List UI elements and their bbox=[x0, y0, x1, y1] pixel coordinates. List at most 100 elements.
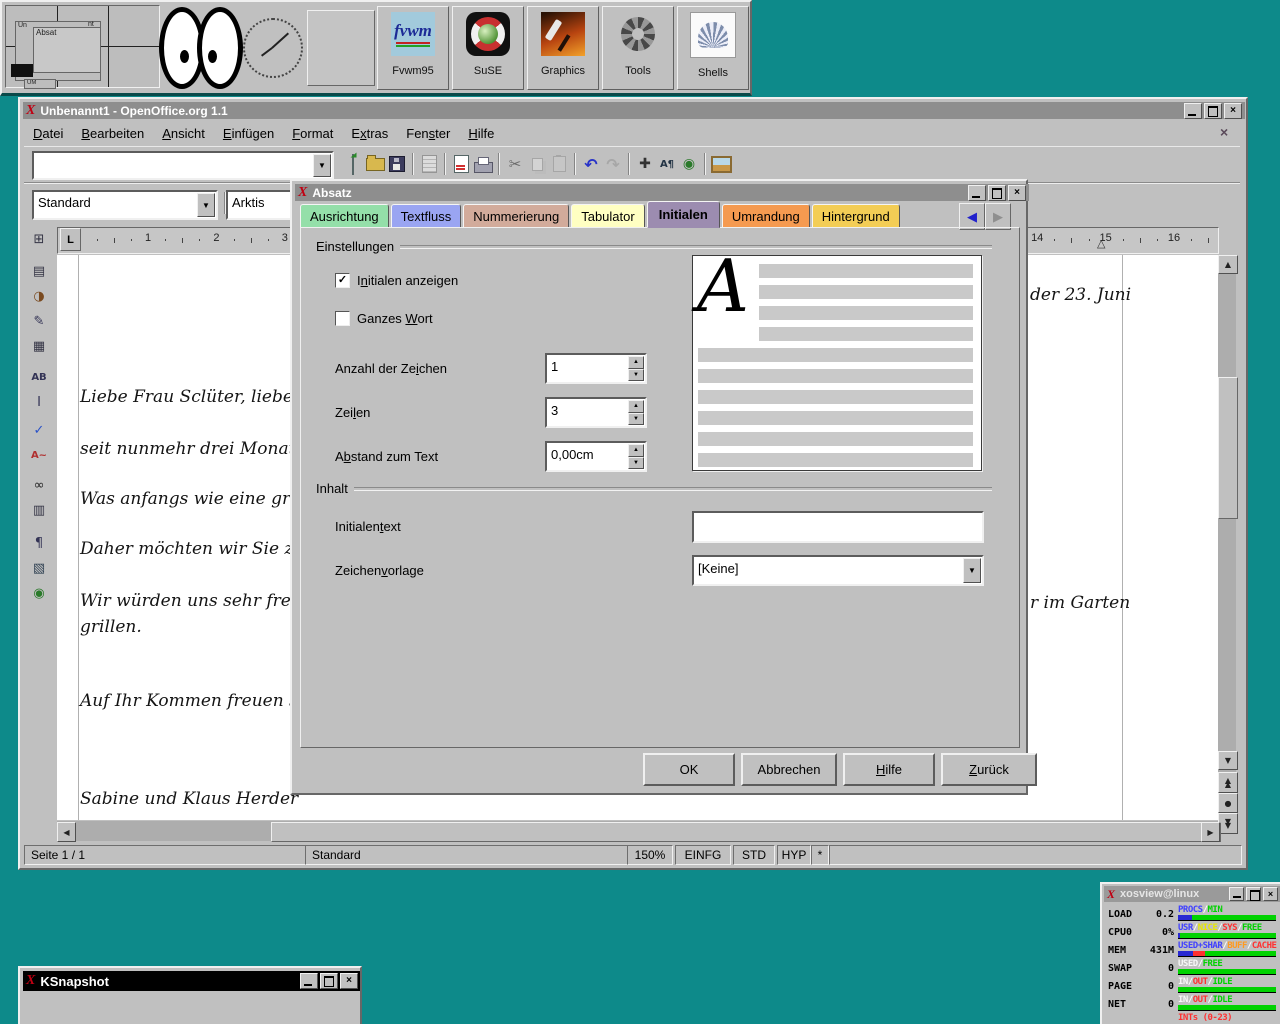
lines-stepper[interactable]: 3 ▲▼ bbox=[545, 397, 647, 428]
new-document-icon[interactable] bbox=[342, 153, 364, 175]
chevron-down-icon[interactable]: ▼ bbox=[963, 558, 981, 583]
save-icon[interactable] bbox=[386, 153, 408, 175]
pager-mini-window[interactable]: UM bbox=[24, 79, 56, 89]
tab-textfluss[interactable]: Textfluss bbox=[391, 204, 462, 228]
close-button[interactable]: × bbox=[1008, 185, 1026, 201]
online-layout-icon[interactable]: ◉ bbox=[27, 582, 51, 604]
status-selection-mode[interactable]: STD bbox=[733, 845, 775, 865]
tab-stop-type-button[interactable]: L bbox=[60, 228, 81, 251]
spin-up-icon[interactable]: ▲ bbox=[628, 444, 644, 457]
scroll-right-icon[interactable]: ▶ bbox=[1201, 822, 1220, 842]
navigator-icon[interactable]: ✚ bbox=[634, 153, 656, 175]
spin-down-icon[interactable]: ▼ bbox=[628, 369, 644, 382]
tab-tabulator[interactable]: Tabulator bbox=[571, 204, 644, 228]
desktop-pager[interactable]: Un nt Absat UM bbox=[5, 5, 160, 88]
scroll-up-icon[interactable]: ▲ bbox=[1218, 255, 1238, 274]
spin-down-icon[interactable]: ▼ bbox=[628, 413, 644, 426]
launcher-fvwm95[interactable]: fvwmFvwm95 bbox=[377, 6, 449, 90]
vertical-scrollbar[interactable]: ▲ ▼ ▲▲ ● ▼▼ bbox=[1218, 255, 1236, 833]
insert-object-icon[interactable]: ◑ bbox=[27, 285, 51, 307]
draw-functions-icon[interactable]: ✎ bbox=[27, 310, 51, 332]
close-button[interactable]: × bbox=[1263, 887, 1278, 901]
horizontal-scrollbar-thumb[interactable] bbox=[271, 822, 1221, 842]
minimize-button[interactable] bbox=[1184, 103, 1202, 119]
menu-item-einfgen[interactable]: Einfügen bbox=[214, 124, 283, 143]
tab-scroll-right-icon[interactable]: ▶ bbox=[985, 203, 1011, 230]
data-sources-icon[interactable]: ▥ bbox=[27, 499, 51, 521]
previous-page-button[interactable]: ▲▲ bbox=[1218, 772, 1238, 793]
close-document-icon[interactable]: × bbox=[1220, 124, 1228, 140]
spin-up-icon[interactable]: ▲ bbox=[628, 356, 644, 369]
nonprinting-chars-icon[interactable]: ¶ bbox=[27, 532, 51, 554]
find-replace-icon[interactable]: ∞ bbox=[27, 474, 51, 496]
initials-text-input[interactable] bbox=[692, 511, 984, 543]
checkbox-box[interactable]: ✓ bbox=[335, 273, 350, 288]
status-insert-mode[interactable]: EINFG bbox=[675, 845, 731, 865]
minimize-button[interactable] bbox=[968, 185, 986, 201]
menu-item-format[interactable]: Format bbox=[283, 124, 342, 143]
tab-ausrichtung[interactable]: Ausrichtung bbox=[300, 204, 389, 228]
menu-item-extras[interactable]: Extras bbox=[342, 124, 397, 143]
navigation-button[interactable]: ● bbox=[1218, 793, 1238, 813]
horizontal-scrollbar[interactable]: ◀ ▶ bbox=[57, 821, 1218, 841]
tab-umrandung[interactable]: Umrandung bbox=[722, 204, 810, 228]
dialog-titlebar[interactable]: X Absatz × bbox=[295, 184, 1029, 201]
whole-word-checkbox[interactable]: Ganzes Wort bbox=[335, 311, 433, 326]
launcher-tools[interactable]: Tools bbox=[602, 6, 674, 90]
launcher-suse[interactable]: SuSE bbox=[452, 6, 524, 90]
insert-table-icon[interactable]: ⊞ bbox=[27, 228, 51, 250]
spin-up-icon[interactable]: ▲ bbox=[628, 400, 644, 413]
minimize-button[interactable] bbox=[1229, 887, 1244, 901]
menu-item-hilfe[interactable]: Hilfe bbox=[459, 124, 503, 143]
open-icon[interactable] bbox=[364, 153, 386, 175]
hilfe-button[interactable]: Hilfe bbox=[843, 753, 935, 786]
export-pdf-icon[interactable] bbox=[450, 153, 472, 175]
direct-cursor-icon[interactable]: I bbox=[27, 391, 51, 413]
gallery-icon[interactable] bbox=[710, 153, 732, 175]
graphics-onoff-icon[interactable]: ▧ bbox=[27, 557, 51, 579]
stylist-icon[interactable]: A¶ bbox=[656, 153, 678, 175]
show-initials-checkbox[interactable]: ✓ Initialen anzeigen bbox=[335, 273, 458, 288]
tab-scroll-left-icon[interactable]: ◀ bbox=[959, 203, 985, 230]
scroll-down-icon[interactable]: ▼ bbox=[1218, 751, 1238, 770]
spellcheck-icon[interactable]: ✓ bbox=[27, 419, 51, 441]
ksnapshot-titlebar[interactable]: X KSnapshot × bbox=[23, 971, 361, 991]
autospellcheck-icon[interactable]: A~ bbox=[27, 444, 51, 466]
paragraph-style-combobox[interactable]: Standard ▼ bbox=[32, 190, 218, 220]
status-page-style[interactable]: Standard bbox=[305, 845, 630, 865]
insert-fields-icon[interactable]: ▤ bbox=[27, 260, 51, 282]
close-button[interactable]: × bbox=[340, 973, 358, 989]
hyperlink-icon[interactable]: ◉ bbox=[678, 153, 700, 175]
url-combobox[interactable]: ▼ bbox=[32, 151, 334, 180]
tab-nummerierung[interactable]: Nummerierung bbox=[463, 204, 569, 228]
pager-mini-window[interactable]: Absat bbox=[33, 27, 101, 73]
pager-mini-window[interactable] bbox=[11, 64, 33, 77]
abbrechen-button[interactable]: Abbrechen bbox=[741, 753, 837, 786]
vertical-scrollbar-thumb[interactable] bbox=[1218, 377, 1238, 519]
zurck-button[interactable]: Zurück bbox=[941, 753, 1037, 786]
checkbox-box[interactable] bbox=[335, 311, 350, 326]
autotext-icon[interactable]: AB bbox=[27, 366, 51, 388]
minimize-button[interactable] bbox=[300, 973, 318, 989]
openoffice-titlebar[interactable]: X Unbenannt1 - OpenOffice.org 1.1 × bbox=[23, 102, 1245, 119]
maximize-button[interactable] bbox=[988, 185, 1006, 201]
status-hyperlink-mode[interactable]: HYP bbox=[777, 845, 811, 865]
character-style-combobox[interactable]: [Keine] ▼ bbox=[692, 555, 984, 586]
ok-button[interactable]: OK bbox=[643, 753, 735, 786]
undo-icon[interactable]: ↶ bbox=[580, 153, 602, 175]
menu-item-datei[interactable]: Datei bbox=[24, 124, 72, 143]
chevron-down-icon[interactable]: ▼ bbox=[313, 154, 331, 177]
empty-launcher-slot[interactable] bbox=[307, 10, 375, 86]
launcher-graphics[interactable]: Graphics bbox=[527, 6, 599, 90]
form-functions-icon[interactable]: ▦ bbox=[27, 335, 51, 357]
tab-initialen[interactable]: Initialen bbox=[647, 201, 720, 228]
launcher-shells[interactable]: Shells bbox=[677, 6, 749, 90]
scroll-left-icon[interactable]: ◀ bbox=[57, 822, 76, 842]
maximize-button[interactable] bbox=[1204, 103, 1222, 119]
maximize-button[interactable] bbox=[320, 973, 338, 989]
print-icon[interactable] bbox=[472, 153, 494, 175]
tab-hintergrund[interactable]: Hintergrund bbox=[812, 204, 900, 228]
status-zoom[interactable]: 150% bbox=[627, 845, 673, 865]
maximize-button[interactable] bbox=[1246, 887, 1261, 901]
spin-down-icon[interactable]: ▼ bbox=[628, 457, 644, 470]
